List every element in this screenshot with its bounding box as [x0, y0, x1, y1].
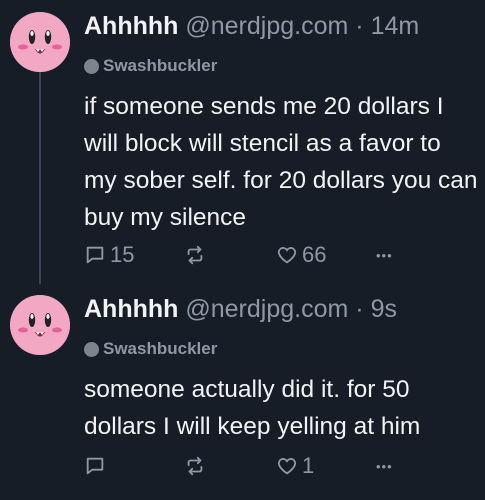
kirby-avatar-icon [10, 12, 70, 72]
author-handle[interactable]: @nerdjpg.com [185, 295, 348, 323]
post-header: Ahhhhh @nerdjpg.com · 14m [84, 10, 419, 42]
more-icon: ••• [376, 458, 393, 474]
repost-icon [187, 456, 203, 476]
post-timestamp[interactable]: 14m [371, 12, 420, 40]
repost-button[interactable] [184, 244, 276, 266]
author-name[interactable]: Ahhhhh [84, 295, 178, 323]
separator-dot: · [355, 295, 364, 323]
author-handle[interactable]: @nerdjpg.com [185, 12, 348, 40]
repost-attribution[interactable]: Swashbuckler [84, 55, 217, 77]
more-icon: ••• [376, 247, 393, 263]
avatar[interactable] [10, 12, 70, 72]
more-options-button[interactable]: ••• [376, 248, 393, 263]
repost-button[interactable] [184, 455, 276, 477]
post-actions: 15 66 ••• [84, 240, 414, 270]
reply-count: 15 [110, 242, 135, 267]
reply-icon [86, 457, 104, 475]
reply-button[interactable] [84, 455, 184, 477]
post-timestamp[interactable]: 9s [371, 295, 397, 323]
repost-user-icon [84, 58, 99, 74]
like-icon [277, 247, 297, 264]
repost-user-icon [84, 341, 99, 357]
like-icon [277, 458, 297, 475]
more-options-button[interactable]: ••• [376, 459, 393, 474]
author-name[interactable]: Ahhhhh [84, 12, 178, 40]
kirby-avatar-icon [10, 295, 70, 355]
like-count: 66 [302, 242, 327, 267]
post-text: if someone sends me 20 dollars I will bl… [84, 93, 478, 231]
like-count: 1 [302, 453, 315, 478]
reply-button[interactable]: 15 [84, 242, 184, 268]
thread-connector-line [39, 72, 41, 284]
post-header: Ahhhhh @nerdjpg.com · 9s [84, 293, 397, 325]
avatar[interactable] [10, 295, 70, 355]
separator-dot: · [355, 12, 364, 40]
repost-icon [187, 245, 203, 265]
reply-icon [86, 246, 104, 264]
repost-user-name: Swashbuckler [103, 339, 218, 358]
post-actions: 1 ••• [84, 451, 414, 481]
repost-user-name: Swashbuckler [103, 56, 218, 75]
post-text: someone actually did it. for 50 dollars … [84, 376, 421, 440]
like-button[interactable]: 1 [276, 453, 376, 479]
like-button[interactable]: 66 [276, 242, 376, 268]
repost-attribution[interactable]: Swashbuckler [84, 338, 217, 360]
